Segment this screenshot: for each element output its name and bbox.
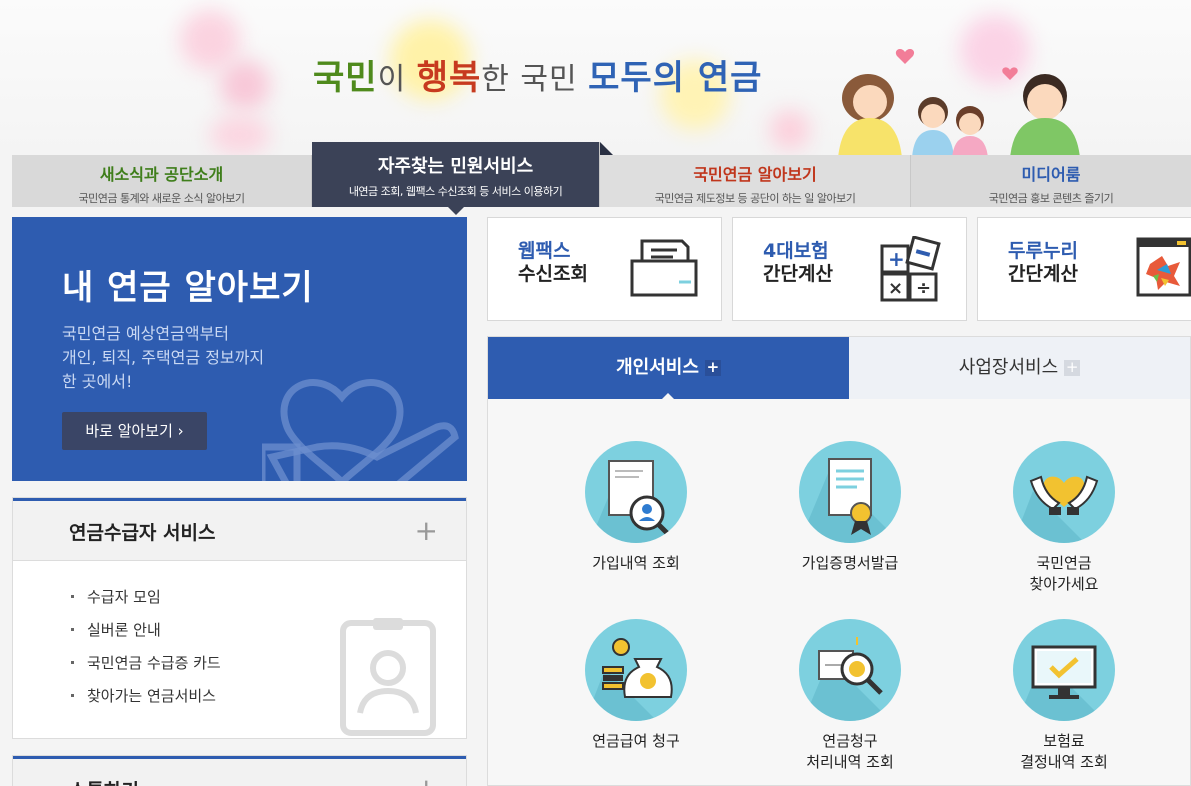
main-nav: 새소식과 공단소개 국민연금 통계와 새로운 소식 알아보기 자주찾는 민원서비… [12,142,1191,215]
nav-tab-civil-service[interactable]: 자주찾는 민원서비스 내연금 조회, 웹팩스 수신조회 등 서비스 이용하기 [312,142,600,215]
pensioner-service-panel: 연금수급자 서비스 + 수급자 모임 실버론 안내 국민연금 수급증 카드 찾아… [12,497,467,739]
nav-tab-desc: 국민연금 제도정보 등 공단이 하는 일 알아보기 [654,192,856,205]
decor-blob [180,10,240,70]
fax-icon [630,239,698,297]
nav-tab-desc: 국민연금 통계와 새로운 소식 알아보기 [78,192,245,205]
nav-tab-title: 새소식과 공단소개 [99,165,224,184]
banner-slogan: 국민이 행복한 국민 모두의 연금 [313,50,762,99]
service-label: 가입내역 조회 [592,554,680,572]
service-tabs-panel: 개인서비스 + 사업장서비스 + 가입내역 조회 가입증명서발급 국민연금 찾아… [487,336,1191,786]
tab-label: 개인서비스 [616,357,699,378]
panel-title: 소통하기 [69,776,139,786]
service-icon-circle [585,441,687,543]
nav-tab-title: 자주찾는 민원서비스 [377,156,534,177]
nav-tab-desc: 내연금 조회, 웹팩스 수신조회 등 서비스 이용하기 [348,185,563,198]
service-label: 국민연금 찾아가세요 [1029,554,1099,593]
decor-blob [210,115,270,155]
quick-label-line2: 간단계산 [1008,263,1078,285]
communication-header[interactable]: 소통하기 + [13,756,466,786]
service-label: 가입증명서발급 [801,554,899,572]
claim-search-icon [803,637,891,721]
quick-durunuri[interactable]: 두루누리 간단계산 [977,217,1191,321]
document-search-icon [589,460,677,543]
quick-4insurance[interactable]: 4대보험 간단계산 + × ÷ [732,217,967,321]
service-icon-circle [1013,441,1115,543]
hero-banner: 국민이 행복한 국민 모두의 연금 [0,0,1191,155]
service-visit-pension[interactable]: 국민연금 찾아가세요 [974,441,1154,595]
service-icon-circle [1013,619,1115,721]
quick-label-line2: 수신조회 [518,263,588,285]
calculator-icon: + × ÷ [880,236,941,302]
promo-go-button[interactable]: 바로 알아보기 › [62,412,207,450]
family-illustration [838,49,1080,155]
promo-description: 국민연금 예상연금액부터 개인, 퇴직, 주택연금 정보까지 한 곳에서! [62,324,265,391]
service-join-history[interactable]: 가입내역 조회 [546,441,726,574]
quick-webfax[interactable]: 웹팩스 수신조회 [487,217,722,321]
plus-icon: + [1064,358,1081,376]
slogan-part: 이 [377,62,417,97]
svg-text:÷: ÷ [916,278,931,299]
decor-blob [770,110,810,150]
slogan-part: 국민 [313,58,378,98]
quick-label-line1: 웹팩스 [518,240,571,262]
decor-blob [220,60,270,110]
heart-hands-icon [1013,475,1099,543]
quick-label: 웹팩스 수신조회 [518,240,588,286]
nav-fold-decoration [600,142,613,155]
expand-plus-icon[interactable]: + [415,775,438,786]
my-pension-promo: 내 연금 알아보기 국민연금 예상연금액부터 개인, 퇴직, 주택연금 정보까지… [12,217,467,481]
tab-label: 사업장서비스 [958,357,1059,378]
heart-hand-icon [262,379,459,481]
nav-tab-news[interactable]: 새소식과 공단소개 국민연금 통계와 새로운 소식 알아보기 [12,155,312,207]
quick-label: 두루누리 간단계산 [1008,240,1078,286]
service-benefit-claim[interactable]: 연금급여 청구 [546,619,726,752]
list-item[interactable]: 수급자 모임 [71,583,466,616]
service-icon-circle [799,441,901,543]
quick-label-line1: 두루누리 [1008,240,1078,262]
nav-tab-desc: 국민연금 홍보 콘텐츠 즐기기 [988,192,1114,205]
quick-label-line2: 간단계산 [763,263,833,285]
service-icon-circle [799,619,901,721]
service-tab-bar: 개인서비스 + 사업장서비스 + [488,337,1190,400]
nav-tab-learn-pension[interactable]: 국민연금 알아보기 국민연금 제도정보 등 공단이 하는 일 알아보기 [600,155,911,207]
money-bag-icon [585,638,673,721]
svg-text:+: + [888,247,905,271]
promo-title: 내 연금 알아보기 [62,268,314,308]
durunuri-icon [1136,237,1191,297]
service-icon-circle [585,619,687,721]
expand-plus-icon[interactable]: + [415,517,438,545]
svg-text:×: × [888,278,903,299]
service-claim-history[interactable]: 연금청구 처리내역 조회 [760,619,940,773]
plus-icon: + [704,358,721,376]
service-certificate-issue[interactable]: 가입증명서발급 [760,441,940,574]
slogan-part: 한 국민 [481,62,589,97]
communication-panel: 소통하기 + [12,755,467,786]
panel-title: 연금수급자 서비스 [69,522,216,544]
pensioner-service-header[interactable]: 연금수급자 서비스 + [13,498,466,561]
id-card-icon [340,618,436,736]
quick-label: 4대보험 간단계산 [763,240,833,286]
service-label: 연금급여 청구 [592,732,680,750]
nav-tab-title: 국민연금 알아보기 [693,165,817,184]
monitor-check-icon [1017,645,1105,721]
certificate-icon [799,458,901,543]
slogan-part: 행복 [416,58,482,98]
service-label: 연금청구 처리내역 조회 [806,732,894,771]
nav-tab-media-room[interactable]: 미디어룸 국민연금 홍보 콘텐츠 즐기기 [911,155,1191,207]
tab-personal-service[interactable]: 개인서비스 + [488,337,849,400]
slogan-part: 모두의 연금 [588,58,763,98]
quick-label-line1: 4대보험 [763,240,829,262]
service-premium-decision[interactable]: 보험료 결정내역 조회 [974,619,1154,773]
nav-tab-title: 미디어룸 [1021,165,1081,184]
service-label: 보험료 결정내역 조회 [1020,732,1108,771]
tab-business-service[interactable]: 사업장서비스 + [848,337,1190,399]
